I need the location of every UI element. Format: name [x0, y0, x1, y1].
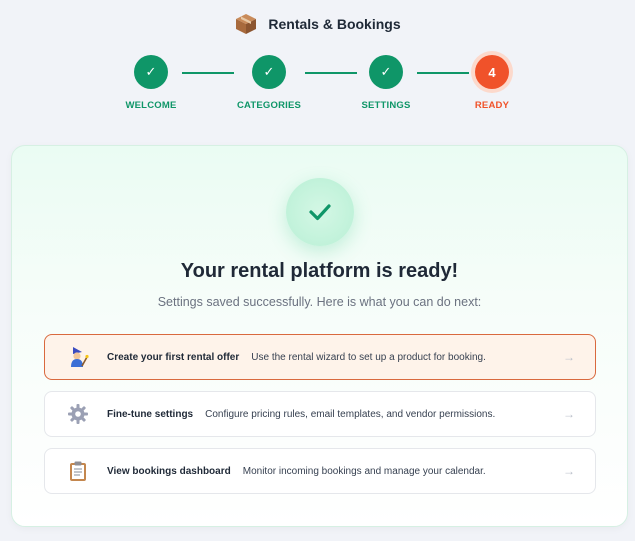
action-title: View bookings dashboard [107, 465, 231, 477]
action-title: Fine-tune settings [107, 408, 194, 420]
check-icon: ✓ [252, 55, 286, 89]
arrow-right-icon: → [563, 350, 575, 364]
step-ready[interactable]: 4 READY [447, 55, 537, 111]
clipboard-icon [67, 460, 89, 482]
view-bookings-dashboard-action[interactable]: View bookings dashboard Monitor incoming… [44, 448, 596, 494]
create-rental-offer-action[interactable]: Create your first rental offer Use the r… [44, 334, 596, 380]
setup-stepper: ✓ WELCOME ✓ CATEGORIES ✓ SETTINGS 4 READ… [0, 55, 635, 115]
page-title: Your rental platform is ready! [180, 260, 459, 282]
arrow-right-icon: → [563, 464, 575, 478]
app-title: Rentals & Bookings [268, 16, 401, 32]
page-subtitle: Settings saved successfully. Here is wha… [157, 295, 482, 309]
fine-tune-settings-action[interactable]: Fine-tune settings Configure pricing rul… [44, 391, 596, 437]
action-description: Use the rental wizard to set up a produc… [251, 351, 486, 363]
check-icon: ✓ [134, 55, 168, 89]
action-description: Configure pricing rules, email templates… [205, 408, 496, 420]
gear-icon [67, 403, 89, 425]
package-icon [234, 12, 258, 36]
wizard-icon [67, 346, 89, 368]
check-icon [286, 178, 354, 246]
step-number: 4 [475, 55, 509, 89]
step-label: SETTINGS [361, 100, 411, 111]
success-card: Your rental platform is ready! Settings … [11, 145, 628, 527]
action-description: Monitor incoming bookings and manage you… [242, 465, 486, 477]
step-settings[interactable]: ✓ SETTINGS [341, 55, 431, 111]
step-welcome[interactable]: ✓ WELCOME [106, 55, 196, 111]
app-header: Rentals & Bookings [0, 10, 635, 38]
arrow-right-icon: → [563, 407, 575, 421]
step-categories[interactable]: ✓ CATEGORIES [224, 55, 314, 111]
check-icon: ✓ [369, 55, 403, 89]
action-title: Create your first rental offer [107, 351, 240, 363]
step-label: READY [474, 100, 510, 111]
step-label: CATEGORIES [236, 100, 302, 111]
step-label: WELCOME [125, 100, 177, 111]
